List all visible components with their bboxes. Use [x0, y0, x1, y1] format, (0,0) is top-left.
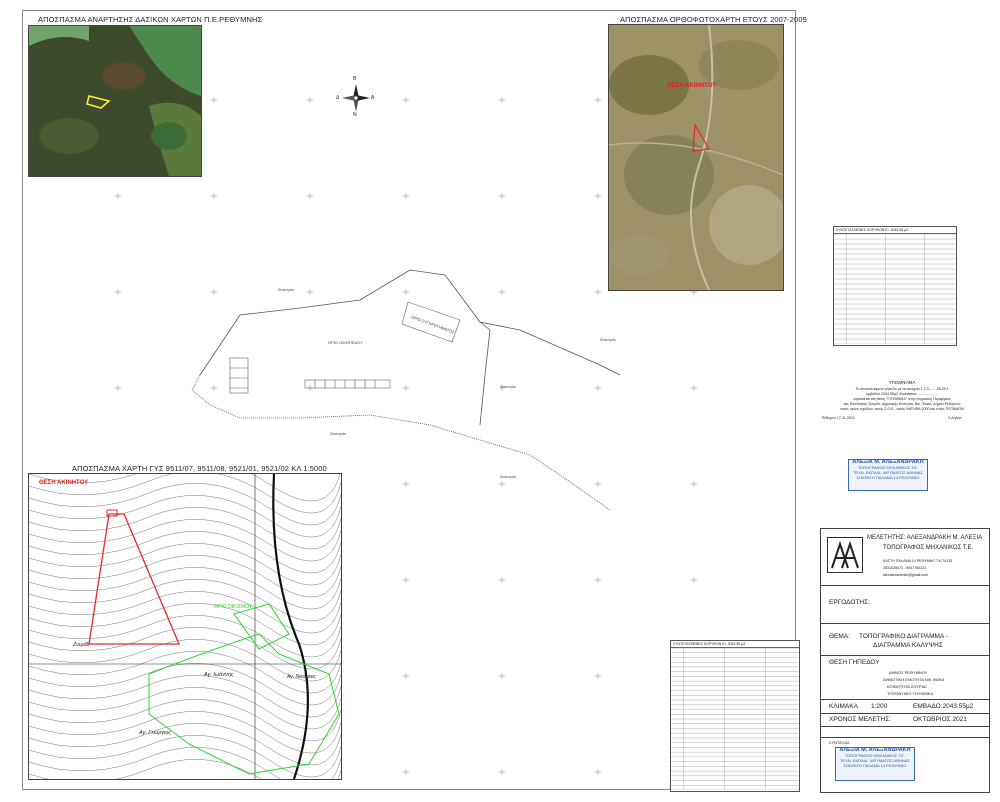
subject-line2: ΔΙΑΓΡΑΜΜΑ ΚΑΛΥΨΗΣ [873, 642, 943, 649]
divider [821, 585, 989, 586]
divider [821, 655, 989, 656]
neighbor-label-3: Ιδιοκτησία [500, 385, 516, 389]
legend: ΥΠΟΜΝΗΜΑ Το αποτυπούμενο γήπεδο με τα στ… [822, 380, 982, 421]
legend-title: ΥΠΟΜΝΗΜΑ [888, 380, 916, 385]
north-arrow: Β Ν Δ Α [336, 76, 375, 118]
site-line-2: ΔΗΜΟΤΙΚΗ ΕΝΟΤΗΤΑ ΝΙΚ.ΦΩΚΑ [883, 677, 945, 682]
engineer-stamp-bottom: ΑΛΕΞΙΑ Μ. ΑΛΕΞΑΝΔΡΑΚΗ ΤΟΠΟΓΡΑΦΟΣ ΜΗΧΑΝΙΚ… [835, 747, 915, 781]
coord-table-top-title: ΣΥΝΤΕΤΑΓΜΕΝΕΣ ΚΟΡΥΦΩΝ Ε= 2043.55 μ2 [834, 227, 956, 234]
legend-date: Ρέθυμνο 17-11-2021 [822, 416, 855, 420]
date-value: ΟΚΤΩΒΡΙΟΣ 2021 [913, 716, 967, 723]
logo [827, 537, 863, 573]
neighbor-label-2: Ιδιοκτησία [600, 338, 616, 342]
divider [821, 699, 989, 700]
site-line-4: ΤΟΠΩΝΥΜΙΟ ΓΟΥΜΝΙΚΑ [887, 691, 934, 696]
divider [821, 726, 989, 727]
legend-line-5: εκτός ορίων σχεδίου, εκτός Ζ.Ο.Ε., εκτός… [840, 407, 964, 411]
neighbor-label-5: Ιδιοκτησία [500, 475, 516, 479]
divider [821, 623, 989, 624]
area-note: ΟΡΙΟ ΟΙΚΟΠΕΔΟΥ [328, 340, 363, 345]
forest-map [28, 25, 202, 177]
site-label: ΘΕΣΗ ΓΗΠΕΔΟΥ [829, 659, 880, 666]
compass-n: Β [353, 76, 357, 82]
settlement-label: ΟΡΙΟ ΟΙΚΙΣΜΟΥ [214, 604, 253, 610]
site-line-1: ΔΗΜΟΣ ΡΕΘΥΜΝΟΥ [889, 670, 928, 675]
email: alexalexandraki@gmail.com [883, 573, 928, 577]
compass-s: Ν [353, 112, 357, 118]
area-value: 2043.55μ2 [942, 703, 974, 710]
coord-table-top: ΣΥΝΤΕΤΑΓΜΕΝΕΣ ΚΟΡΥΦΩΝ Ε= 2043.55 μ2 [833, 226, 957, 346]
subject-label: ΘΕΜΑ: [829, 633, 850, 640]
stamp-bot-line5: ΣΩΚΡΑΤΗ ΠΑΛΑΜΑ 14 ΡΕΘΥΜΝΟ [843, 763, 907, 768]
date-label: ΧΡΟΝΟΣ ΜΕΛΕΤΗΣ: [829, 716, 892, 723]
forest-map-title: ΑΠΟΣΠΑΣΜΑ ΑΝΑΡΤΗΣΗΣ ΔΑΣΙΚΩΝ ΧΑΡΤΩΝ Π.Ε.Ρ… [38, 15, 263, 24]
address: ΚΑΣΤΗ ΠΑΛΑΜΑ 14 ΡΕΘΥΜΝΟ Τ.Κ.74133 [883, 559, 953, 563]
engineer-name: ΑΛΕΞΑΝΔΡΑΚΗ Μ. ΑΛΕΞΙΑ [906, 535, 983, 541]
client-label: ΕΡΓΟΔΟΤΗΣ: [829, 599, 870, 606]
divider [821, 713, 989, 714]
drawing-sheet: ΑΠΟΣΠΑΣΜΑ ΑΝΑΡΤΗΣΗΣ ΔΑΣΙΚΩΝ ΧΑΡΤΩΝ Π.Ε.Ρ… [0, 0, 1000, 802]
ortho-area-label: ΘΕΣΗ ΑΚΙΝΗΤΟΥ [667, 83, 717, 89]
ortho-map-title: ΑΠΟΣΠΑΣΜΑ ΟΡΘΟΦΩΤΟΧΑΡΤΗ ΕΤΟΥΣ 2007-2009 [620, 15, 807, 24]
signatures-label: ΣΥΝΤΑΞΑΣ [829, 740, 850, 745]
title-block: ΜΕΛΕΤΗΤΗΣ: ΑΛΕΞΑΝΔΡΑΚΗ Μ. ΑΛΕΞΙΑ ΤΟΠΟΓΡΑ… [820, 528, 990, 793]
gys-map-title: ΑΠΟΣΠΑΣΜΑ ΧΑΡΤΗ ΓΥΣ 9511/07, 9511/08, 95… [72, 464, 327, 473]
scale-label: ΚΛΙΜΑΚΑ [829, 703, 858, 710]
gys-map: ΘΕΣΗ ΑΚΙΝΗΤΟΥ ΟΡΙΟ ΟΙΚΙΣΜΟΥ Ζουρίδι Αγ. … [28, 473, 342, 780]
engineer-label-row: ΜΕΛΕΤΗΤΗΣ: ΑΛΕΞΑΝΔΡΑΚΗ Μ. ΑΛΕΞΙΑ [867, 535, 982, 541]
place-label-3: Αγ. Ιωάννης [204, 672, 234, 678]
scale-value: 1:200 [871, 703, 888, 710]
place-label-1: Ζουρίδι [73, 642, 90, 648]
profession: ΤΟΠΟΓΡΑΦΟΣ ΜΗΧΑΝΙΚΟΣ Τ.Ε. [883, 545, 974, 551]
subject-line1: ΤΟΠΟΓΡΑΦΙΚΟ ΔΙΑΓΡΑΜΜΑ - [859, 633, 948, 640]
place-label-4: Αγ. Νικόλαος [287, 674, 316, 680]
coord-table-bottom-title: ΣΥΝΤΕΤΑΓΜΕΝΕΣ ΚΟΡΥΦΩΝ Ε= 2043.55 μ2 [671, 641, 799, 648]
engineer-label: ΜΕΛΕΤΗΤΗΣ: [867, 535, 906, 541]
phone: 2831028073 - 6937760323 [883, 566, 927, 570]
divider [821, 737, 989, 738]
neighbor-label-4: Ιδιοκτησία [330, 432, 346, 436]
coord-table-bottom: ΣΥΝΤΕΤΑΓΜΕΝΕΣ ΚΟΡΥΦΩΝ Ε= 2043.55 μ2 [670, 640, 800, 792]
place-label-2: Αγ. Γεώργιος [139, 730, 172, 736]
gys-area-label: ΘΕΣΗ ΑΚΙΝΗΤΟΥ [39, 480, 89, 486]
engineer-stamp-top: ΑΛΕΞΙΑ Μ. ΑΛΕΞΑΝΔΡΑΚΗ ΤΟΠΟΓΡΑΦΟΣ ΜΗΧΑΝΙΚ… [848, 459, 928, 491]
area-label-text: ΕΜΒΑΔΟ: [913, 703, 943, 710]
site-line-3: ΚΟΙΝΟΤΗΤΑ ΖΟΥΡΙΔΙ [887, 684, 927, 689]
compass-e: Α [371, 95, 375, 101]
legend-signer: Ο Δηλών [947, 416, 962, 420]
stamp-top-line5: ΣΩΚΡΑΤΗ ΠΑΛΑΜΑ 14 ΡΕΘΥΜΝΟ [856, 475, 920, 480]
neighbor-label-1: Ιδιοκτησία [278, 288, 294, 292]
area-label: ΕΜΒΑΔΟ:2043.55μ2 [913, 703, 973, 710]
compass-w: Δ [336, 95, 340, 101]
